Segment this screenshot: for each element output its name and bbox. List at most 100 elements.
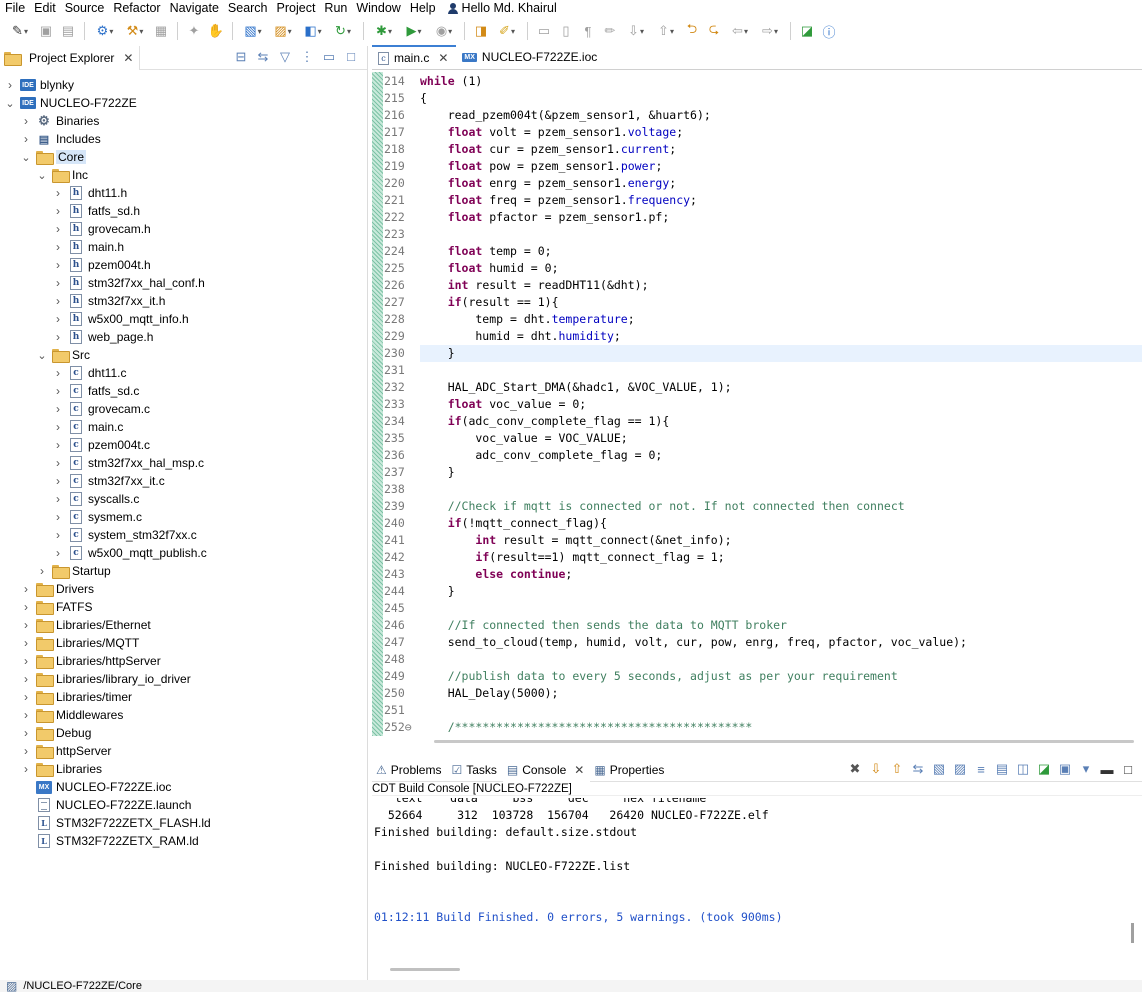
chevron-right-icon[interactable]: › (52, 510, 64, 524)
chevron-down-icon[interactable]: ⌄ (36, 169, 48, 182)
chevron-right-icon[interactable]: › (52, 420, 64, 434)
last-edit-icon[interactable]: ⮌ (682, 21, 702, 41)
chevron-right-icon[interactable]: › (52, 258, 64, 272)
tree-item[interactable]: › c syscalls.c (0, 490, 139, 508)
chevron-right-icon[interactable]: › (20, 762, 32, 776)
tree-item[interactable]: › c dht11.c (0, 364, 126, 382)
tree-item[interactable]: L STM32F722ZETX_RAM.ld (0, 832, 199, 850)
info-icon[interactable]: ⓘ (819, 21, 839, 41)
code-line[interactable]: HAL_Delay(5000); (420, 685, 1142, 702)
chevron-right-icon[interactable]: › (20, 672, 32, 686)
highlight-icon[interactable]: ✏ (600, 21, 620, 41)
forward-edit-icon[interactable]: ⮎ (704, 21, 724, 41)
code-line[interactable]: send_to_cloud(temp, humid, volt, cur, po… (420, 634, 1142, 651)
chevron-right-icon[interactable]: › (52, 528, 64, 542)
minimize-icon[interactable]: ▬ (1099, 762, 1115, 777)
new-console-icon[interactable]: ▣ (1057, 761, 1073, 777)
editor-body[interactable]: 214 215 216 217 218 219 220 221 222 223 224 225 226 2… (372, 72, 1142, 736)
tree-item[interactable]: › c sysmem.c (0, 508, 142, 526)
code-line[interactable]: } (420, 345, 1142, 362)
editor-horizontal-scrollbar[interactable] (434, 740, 1134, 743)
code-area[interactable]: while (1){ read_pzem004t(&pzem_sensor1, … (420, 72, 1142, 736)
tree-item[interactable]: › Libraries/MQTT (0, 634, 139, 652)
tab-ioc[interactable]: MX NUCLEO-F722ZE.ioc (456, 45, 606, 69)
tree-item[interactable]: › h dht11.h (0, 184, 127, 202)
chevron-right-icon[interactable]: › (20, 726, 32, 740)
menu-window[interactable]: Window (351, 0, 404, 16)
next-annotation-icon[interactable]: ⇩ (622, 21, 650, 41)
tree-item[interactable]: › c stm32f7xx_it.c (0, 472, 165, 490)
chevron-right-icon[interactable]: › (20, 600, 32, 614)
tree-item[interactable]: › h stm32f7xx_hal_conf.h (0, 274, 205, 292)
chevron-right-icon[interactable]: › (20, 690, 32, 704)
binary-icon[interactable]: ▦ (151, 21, 171, 41)
chevron-right-icon[interactable]: › (52, 240, 64, 254)
build-hammer-icon[interactable]: ⚒ (121, 21, 149, 41)
code-line[interactable]: if(result==1) mqtt_connect_flag = 1; (420, 549, 1142, 566)
chevron-right-icon[interactable]: › (20, 744, 32, 758)
chevron-down-icon[interactable]: ⌄ (20, 151, 32, 164)
save-all-icon[interactable]: ▤ (58, 21, 78, 41)
tree-item[interactable]: › h w5x00_mqtt_info.h (0, 310, 189, 328)
chevron-right-icon[interactable]: › (52, 204, 64, 218)
next-error-icon[interactable]: ⇩ (868, 761, 884, 777)
code-line[interactable]: float volt = pzem_sensor1.voltage; (420, 124, 1142, 141)
tab-tasks[interactable]: ☑ Tasks (447, 758, 502, 782)
code-line[interactable]: //Check if mqtt is connected or not. If … (420, 498, 1142, 515)
new-folder-icon[interactable]: ▨ (269, 21, 297, 41)
code-line[interactable]: float freq = pzem_sensor1.frequency; (420, 192, 1142, 209)
tree-item[interactable]: › h fatfs_sd.h (0, 202, 140, 220)
chevron-right-icon[interactable]: › (20, 132, 32, 146)
user-menu[interactable]: Hello Md. Khairul (440, 1, 557, 15)
menu-source[interactable]: Source (60, 0, 109, 16)
code-line[interactable]: { (420, 90, 1142, 107)
chevron-right-icon[interactable]: › (36, 564, 48, 578)
code-line[interactable]: HAL_ADC_Start_DMA(&hadc1, &VOC_VALUE, 1)… (420, 379, 1142, 396)
chevron-right-icon[interactable]: › (4, 78, 16, 92)
code-line[interactable]: float cur = pzem_sensor1.current; (420, 141, 1142, 158)
display-console-icon[interactable]: ◫ (1015, 761, 1031, 777)
chevron-down-icon[interactable]: ⌄ (4, 97, 16, 110)
tab-project-explorer[interactable]: Project Explorer ✕ (0, 45, 141, 70)
back-icon[interactable]: ⇦ (726, 21, 754, 41)
copy-icon[interactable]: ▧ (931, 761, 947, 777)
lock-icon[interactable]: ▨ (952, 761, 968, 777)
toggle-mark-icon[interactable]: ▭ (534, 21, 554, 41)
tree-item[interactable]: › Libraries/timer (0, 688, 132, 706)
close-icon[interactable]: ✕ (438, 51, 448, 65)
code-line[interactable] (420, 702, 1142, 719)
code-line[interactable]: float pfactor = pzem_sensor1.pf; (420, 209, 1142, 226)
chevron-right-icon[interactable]: › (52, 330, 64, 344)
code-line[interactable]: temp = dht.temperature; (420, 311, 1142, 328)
tree-item[interactable]: › Libraries/Ethernet (0, 616, 151, 634)
external-tools-icon[interactable]: ◉ (430, 21, 458, 41)
chevron-right-icon[interactable]: › (20, 708, 32, 722)
code-line[interactable]: else continue; (420, 566, 1142, 583)
code-line[interactable]: float pow = pzem_sensor1.power; (420, 158, 1142, 175)
open-folder-icon[interactable]: ◨ (471, 21, 491, 41)
tree-item[interactable]: › Libraries (0, 760, 102, 778)
word-wrap-icon[interactable]: ≡ (973, 762, 989, 777)
code-line[interactable] (420, 600, 1142, 617)
tree-item[interactable]: ⌄ Inc (0, 166, 88, 184)
scroll-lock-icon[interactable]: ⇆ (910, 761, 926, 777)
block-select-icon[interactable]: ▯ (556, 21, 576, 41)
code-line[interactable]: float humid = 0; (420, 260, 1142, 277)
tree-item[interactable]: MX NUCLEO-F722ZE.ioc (0, 778, 171, 796)
code-line[interactable]: if(adc_conv_complete_flag == 1){ (420, 413, 1142, 430)
menu-help[interactable]: Help (405, 0, 440, 16)
filter-icon[interactable]: ▽ (277, 49, 293, 65)
tree-item[interactable]: › ▤ Includes (0, 130, 101, 148)
tree-item[interactable]: ⌄ IDE NUCLEO-F722ZE (0, 94, 136, 112)
chevron-right-icon[interactable]: › (52, 384, 64, 398)
prev-annotation-icon[interactable]: ⇧ (652, 21, 680, 41)
code-line[interactable]: voc_value = VOC_VALUE; (420, 430, 1142, 447)
new-project-icon[interactable]: ▧ (239, 21, 267, 41)
menu-navigate[interactable]: Navigate (165, 0, 223, 16)
forward-icon[interactable]: ⇨ (756, 21, 784, 41)
tree-item[interactable]: › h main.h (0, 238, 124, 256)
code-line[interactable] (420, 651, 1142, 668)
menu-file[interactable]: File (0, 0, 29, 16)
collapse-all-icon[interactable]: ⊟ (233, 49, 249, 65)
view-menu-icon[interactable]: ⋮ (299, 49, 315, 65)
